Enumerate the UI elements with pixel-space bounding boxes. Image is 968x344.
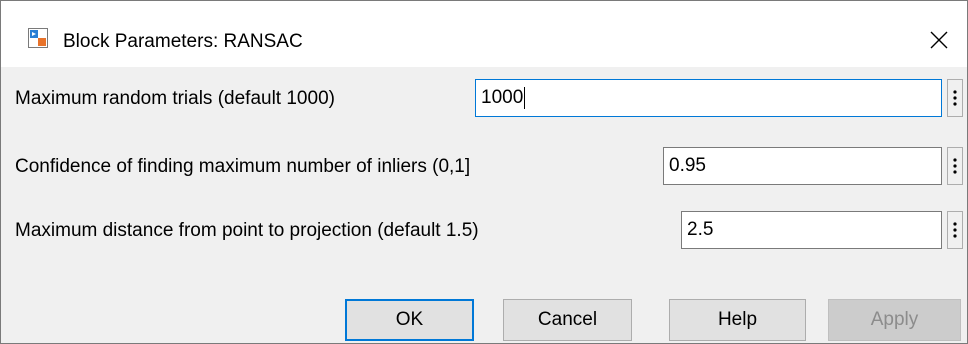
vertical-ellipsis-icon [953,222,957,238]
max-distance-value: 2.5 [687,219,714,240]
apply-button[interactable]: Apply [828,299,961,341]
block-parameters-dialog: Block Parameters: RANSAC Maximum random … [0,0,968,344]
param-label-max-distance: Maximum distance from point to projectio… [15,220,479,241]
max-trials-more-button[interactable] [947,79,963,117]
simulink-block-icon [28,28,48,48]
param-row-confidence: Confidence of finding maximum number of … [1,145,967,189]
param-label-max-trials: Maximum random trials (default 1000) [15,88,335,109]
confidence-field[interactable]: 0.95 [663,147,942,185]
max-trials-field[interactable]: 1000 [475,79,942,117]
max-trials-value: 1000 [481,87,524,108]
param-label-confidence: Confidence of finding maximum number of … [15,156,471,177]
max-distance-more-button[interactable] [947,211,963,249]
close-icon [930,31,948,49]
window-title: Block Parameters: RANSAC [63,31,303,52]
vertical-ellipsis-icon [953,158,957,174]
vertical-ellipsis-icon [953,90,957,106]
param-row-max-distance: Maximum distance from point to projectio… [1,209,967,253]
text-caret [524,86,526,109]
close-button[interactable] [919,23,959,57]
help-button[interactable]: Help [669,299,806,341]
cancel-button[interactable]: Cancel [503,299,632,341]
param-row-max-trials: Maximum random trials (default 1000) 100… [1,77,967,121]
ok-button[interactable]: OK [345,299,474,341]
max-distance-field[interactable]: 2.5 [681,211,942,249]
confidence-value: 0.95 [669,155,706,176]
confidence-more-button[interactable] [947,147,963,185]
title-bar: Block Parameters: RANSAC [1,1,967,67]
